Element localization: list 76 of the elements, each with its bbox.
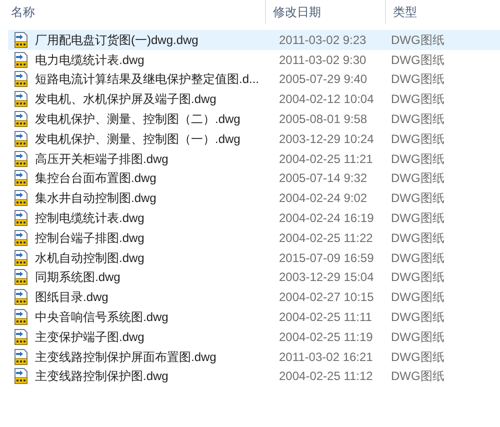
modified-date: 2004-02-27 10:15 [278, 289, 375, 306]
dwg-file-icon [13, 111, 29, 128]
file-type: DWG图纸 [390, 230, 444, 247]
dwg-file-icon [13, 210, 29, 226]
column-header[interactable]: 类型 [385, 0, 500, 24]
dwg-file-icon [13, 190, 29, 206]
file-type: DWG图纸 [390, 269, 444, 286]
modified-date: 2003-12-29 15:04 [278, 269, 375, 286]
dwg-file-icon [13, 230, 29, 246]
file-name: 水机自动控制图.dwg [35, 250, 144, 267]
modified-date: 2004-02-24 9:02 [278, 190, 368, 208]
dwg-file-icon [13, 150, 29, 167]
modified-date: 2011-03-02 16:21 [278, 348, 374, 366]
file-name: 发电机保护、测量、控制图（二）.dwg [35, 111, 240, 128]
file-name: 短路电流计算结果及继电保护整定值图.d... [35, 71, 260, 88]
dwg-file-icon [13, 71, 29, 88]
dwg-file-icon [13, 328, 29, 345]
file-name: 集控台台面布置图.dwg [35, 170, 156, 188]
file-name: 中央音响信号系统图.dwg [35, 309, 168, 326]
file-name: 高压开关柜端子排图.dwg [35, 150, 168, 168]
dwg-file-icon [13, 269, 29, 286]
file-type: DWG图纸 [390, 130, 444, 148]
dwg-file-icon [13, 130, 29, 147]
file-row[interactable]: 厂用配电盘订货图(一)dwg.dwg 2011-03-02 9:23 DWG图纸 [8, 30, 500, 50]
dwg-file-icon [13, 52, 29, 68]
file-name: 厂用配电盘订货图(一)dwg.dwg [35, 32, 198, 49]
dwg-file-icon [13, 309, 29, 326]
file-name: 控制电缆统计表.dwg [35, 210, 144, 228]
file-type: DWG图纸 [390, 170, 444, 188]
modified-date: 2005-07-14 9:32 [278, 170, 368, 188]
modified-date: 2003-12-29 10:24 [278, 130, 375, 148]
dwg-file-icon [13, 91, 29, 108]
file-type: DWG图纸 [390, 328, 444, 346]
file-type: DWG图纸 [390, 32, 444, 49]
file-type: DWG图纸 [390, 368, 444, 386]
file-type: DWG图纸 [390, 150, 444, 168]
modified-date: 2004-02-25 11:22 [278, 230, 374, 247]
modified-date: 2004-02-24 16:19 [278, 210, 375, 228]
modified-date: 2004-02-25 11:21 [278, 150, 374, 168]
modified-date: 2005-07-29 9:40 [278, 71, 368, 88]
file-type: DWG图纸 [390, 289, 444, 306]
column-header[interactable]: 名称 [0, 0, 265, 24]
dwg-file-icon [13, 170, 29, 186]
modified-date: 2004-02-25 11:11 [278, 309, 373, 326]
file-name: 主变保护端子图.dwg [35, 328, 144, 346]
column-header[interactable]: 修改日期 [265, 0, 385, 24]
modified-date: 2011-03-02 9:23 [278, 32, 368, 49]
file-type: DWG图纸 [390, 348, 444, 366]
file-type: DWG图纸 [390, 250, 444, 267]
file-name: 发电机、水机保护屏及端子图.dwg [35, 91, 216, 108]
dwg-file-icon [13, 348, 29, 365]
file-type: DWG图纸 [390, 190, 444, 208]
file-type: DWG图纸 [390, 91, 444, 108]
file-type: DWG图纸 [390, 210, 444, 228]
file-type: DWG图纸 [390, 111, 444, 128]
dwg-file-icon [13, 250, 29, 266]
modified-date: 2011-03-02 9:30 [278, 52, 368, 69]
file-name: 图纸目录.dwg [35, 289, 108, 306]
dwg-file-icon [13, 32, 29, 48]
file-name: 同期系统图.dwg [35, 269, 120, 286]
dwg-file-icon [13, 289, 29, 306]
modified-date: 2015-07-09 16:59 [278, 250, 375, 267]
modified-date: 2005-08-01 9:58 [278, 111, 368, 128]
file-type: DWG图纸 [390, 71, 444, 88]
file-name: 发电机保护、测量、控制图（一）.dwg [35, 130, 240, 148]
file-name: 控制台端子排图.dwg [35, 230, 144, 247]
file-name: 主变线路控制保护图.dwg [35, 368, 168, 386]
file-type: DWG图纸 [390, 309, 444, 326]
modified-date: 2004-02-12 10:04 [278, 91, 375, 108]
file-name: 主变线路控制保护屏面布置图.dwg [35, 348, 216, 366]
modified-date: 2004-02-25 11:12 [278, 368, 374, 386]
file-name: 电力电缆统计表.dwg [35, 52, 144, 69]
file-type: DWG图纸 [390, 52, 444, 69]
file-name: 集水井自动控制图.dwg [35, 190, 156, 208]
modified-date: 2004-02-25 11:19 [278, 328, 374, 346]
dwg-file-icon [13, 368, 29, 384]
